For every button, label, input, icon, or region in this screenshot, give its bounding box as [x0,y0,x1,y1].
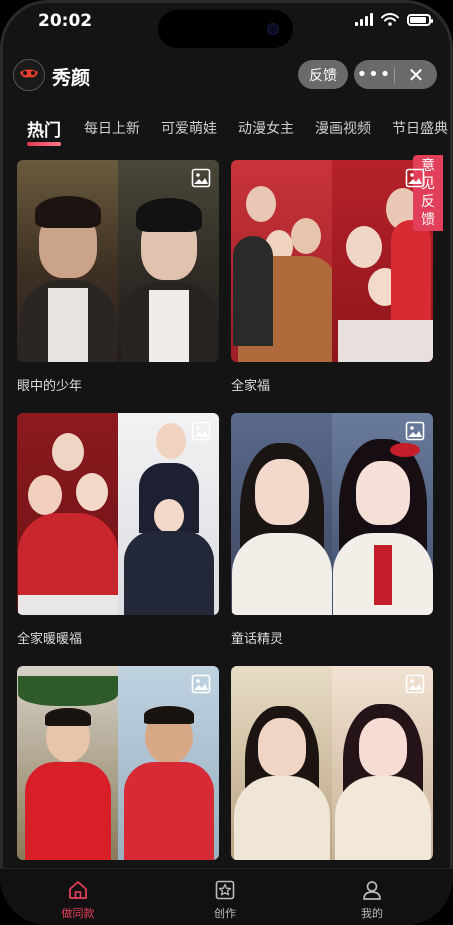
tab-anime-heroine[interactable]: 动漫女主 [238,118,294,138]
template-card[interactable] [17,666,219,860]
card-title: 全家福 [231,379,271,394]
status-bar: 20:02 [0,0,453,48]
wifi-icon [381,13,399,26]
image-icon [191,421,211,441]
status-time: 20:02 [38,11,93,31]
signal-icon [355,13,373,26]
bottom-nav: 做同款 创作 我的 [0,868,453,925]
card-image [17,160,219,362]
feedback-button[interactable]: 反馈 [298,60,348,89]
image-icon [191,168,211,188]
card-image [17,413,219,615]
tab-festival[interactable]: 节日盛典 [392,118,448,138]
side-feedback-char: 馈 [421,212,435,228]
app-header: 秀颜 反馈 ••• ✕ [0,55,453,95]
card-image [231,666,433,860]
nav-item-mine[interactable]: 我的 [332,879,412,921]
status-icons [355,13,433,26]
image-icon [405,168,425,188]
home-icon [69,881,87,899]
card-image [231,413,433,615]
nav-label: 我的 [361,907,383,920]
battery-icon [407,13,433,26]
nav-item-same-style[interactable]: 做同款 [38,879,118,921]
mini-program-capsule: ••• ✕ [354,60,437,89]
more-button[interactable]: ••• [354,60,394,89]
card-image [17,666,219,860]
close-button[interactable]: ✕ [395,60,437,89]
template-card[interactable] [231,666,433,860]
tab-active-indicator [27,142,61,146]
image-icon [405,421,425,441]
tab-comic-video[interactable]: 漫画视频 [315,118,371,138]
card-title: 童话精灵 [231,632,284,647]
side-feedback-char: 反 [421,194,435,210]
nav-label: 做同款 [61,907,95,920]
phone-screen: 20:02 秀颜 反馈 ••• ✕ 热门 每日上新 可爱萌娃 动漫女主 漫画视频… [0,0,453,925]
app-logo [13,59,45,91]
template-card[interactable]: 全家福 [231,160,433,394]
tab-hot[interactable]: 热门 [27,116,61,141]
tab-cute-kids[interactable]: 可爱萌娃 [161,118,217,138]
template-card[interactable]: 眼中的少年 [17,160,219,394]
card-title: 全家暖暖福 [17,632,83,647]
side-feedback-button[interactable]: 意 见 反 馈 [413,155,443,231]
user-icon [363,881,381,900]
tab-daily-new[interactable]: 每日上新 [84,118,140,138]
nav-label: 创作 [214,907,236,920]
image-icon [405,674,425,694]
template-card[interactable]: 全家暖暖福 [17,413,219,647]
card-image [231,160,433,362]
app-title: 秀颜 [52,67,91,89]
image-icon [191,674,211,694]
star-frame-icon [215,880,235,900]
card-title: 眼中的少年 [17,379,83,394]
nav-item-create[interactable]: 创作 [185,879,265,921]
dynamic-island [158,10,293,48]
template-card[interactable]: 童话精灵 [231,413,433,647]
category-tabs: 热门 每日上新 可爱萌娃 动漫女主 漫画视频 节日盛典 [0,112,453,152]
camera-icon [267,23,279,35]
